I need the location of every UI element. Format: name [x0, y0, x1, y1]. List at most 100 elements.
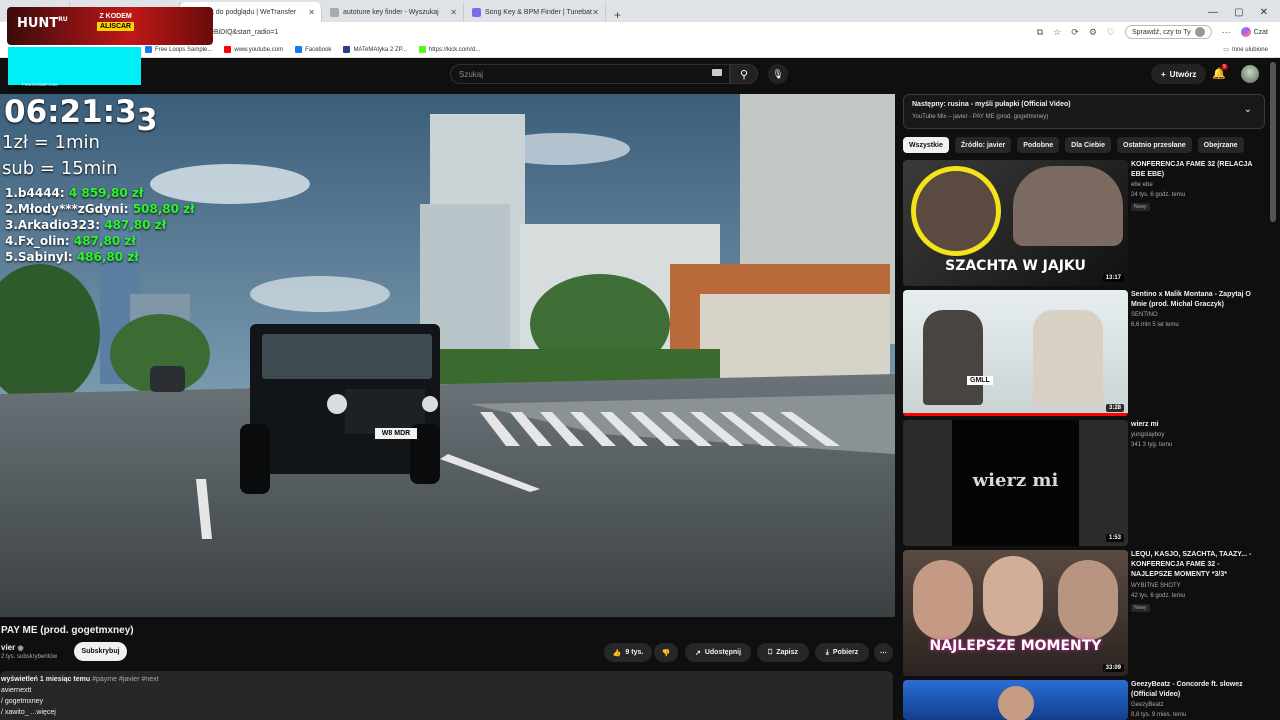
video-stats: 6,6 mln 5 lat temu: [1131, 322, 1179, 328]
chevron-down-icon[interactable]: ⌄: [1244, 104, 1252, 115]
leaderboard-row: 3.Arkadio323: 487,80 zł: [5, 218, 166, 232]
bookmark[interactable]: MATeMAtyka 2 ZP...: [343, 46, 407, 53]
browser-tab[interactable]: autotune key finder - Wyszukaj ✕: [322, 2, 464, 22]
bookmark[interactable]: www.youtube.com: [224, 46, 283, 53]
donor-name: 3.Arkadio323:: [5, 218, 100, 232]
chip[interactable]: Dla Ciebie: [1065, 137, 1112, 153]
create-button[interactable]: + Utwórz: [1151, 64, 1207, 84]
share-button[interactable]: ↗ Udostępnij: [685, 643, 751, 662]
tab-label: autotune key finder - Wyszukaj: [343, 8, 439, 16]
thumbnail[interactable]: GMLL 3:28: [903, 290, 1128, 416]
read-aloud-icon[interactable]: ⧉: [1037, 27, 1043, 38]
channel-name[interactable]: vier ◉: [1, 643, 24, 652]
other-bookmarks[interactable]: ▭ Inne ulubione: [1223, 46, 1280, 54]
subscribe-button[interactable]: Subskrybuj: [74, 642, 127, 661]
video-stats: 42 tys. 6 godz. temu: [1131, 593, 1186, 599]
save-label: Zapisz: [776, 649, 798, 656]
bookmark-label: MATeMAtyka 2 ZP...: [353, 46, 407, 53]
bookmark[interactable]: Facebook: [295, 46, 331, 53]
verified-icon: ◉: [17, 645, 24, 652]
browser-tab[interactable]: Song Key & BPM Finder | Tunebat ✕: [464, 2, 606, 22]
recommendation-item[interactable]: NAJLEPSZE MOMENTY 33:09 LEQU, KASJO, SZA…: [903, 550, 1275, 676]
search-button[interactable]: ⚲: [730, 64, 758, 84]
new-badge: Nowy: [1131, 604, 1150, 612]
favorites-icon[interactable]: ♡: [1107, 27, 1115, 38]
hunt-promo-overlay: HUNTRU Z KODEM ALISCAR: [7, 7, 213, 45]
bookmark-label: Free Loops Sample...: [155, 46, 213, 53]
thumb-face: [983, 556, 1043, 636]
donation-amount: 4 859,80 zł: [68, 186, 144, 200]
bookmark-icon: ⎕: [768, 648, 773, 656]
chip[interactable]: Obejrzane: [1197, 137, 1244, 153]
folder-icon: ▭: [1223, 47, 1229, 53]
like-button[interactable]: 👍 9 tys.: [604, 643, 652, 662]
keyboard-icon[interactable]: [712, 69, 722, 76]
maximize-icon[interactable]: ▢: [1234, 7, 1243, 18]
recommendation-item[interactable]: GeezyBeatz - Concorde ft. slowez (Offici…: [903, 680, 1275, 720]
more-icon[interactable]: ⋯: [1222, 27, 1231, 38]
refresh-icon[interactable]: ⟳: [1071, 27, 1079, 38]
promo-code-value: ALISCAR: [97, 22, 135, 31]
like-count: 9 tys.: [625, 649, 644, 656]
close-icon[interactable]: ✕: [308, 8, 315, 17]
filter-chips: Wszystkie Źródło: javier Podobne Dla Cie…: [903, 137, 1244, 153]
bookmark[interactable]: Free Loops Sample...: [145, 46, 212, 53]
other-bookmarks-label: Inne ulubione: [1231, 46, 1268, 53]
chip[interactable]: Źródło: javier: [954, 137, 1012, 153]
duration-badge: 33:09: [1102, 664, 1124, 672]
url-field[interactable]: eBiDIQ&start_radio=1: [210, 29, 278, 36]
license-plate: W8 MDR: [375, 428, 417, 439]
chip[interactable]: Wszystkie: [903, 137, 949, 153]
download-button[interactable]: ⤓ Pobierz: [815, 643, 869, 662]
copilot-search-button[interactable]: Sprawdź, czy to Ty: [1124, 25, 1212, 39]
window-controls: — ▢ ✕: [1196, 2, 1280, 22]
microphone-icon: 🎙: [772, 68, 784, 79]
thumbnail[interactable]: wierz mi 1:53: [903, 420, 1128, 546]
tab-label: Link do podglądu | WeTransfer: [201, 8, 297, 16]
channel-name-text: vier: [1, 643, 16, 652]
extensions-icon[interactable]: ⚙: [1089, 27, 1097, 38]
timer-main: 06:21:3: [4, 94, 137, 130]
thumbnail[interactable]: NAJLEPSZE MOMENTY 33:09: [903, 550, 1128, 676]
chip[interactable]: Ostatnio przesłane: [1117, 137, 1192, 153]
new-tab-button[interactable]: +: [606, 8, 629, 22]
up-next-panel[interactable]: Następny: rusina - myśli pułapki (Offici…: [903, 94, 1265, 129]
plus-icon: +: [1161, 69, 1166, 79]
description-line[interactable]: / xawito_ ...więcej: [1, 709, 56, 716]
thumbnail[interactable]: [903, 680, 1128, 720]
donor-name: 5.Sabinyl:: [5, 250, 73, 264]
thumb-people: [1013, 166, 1123, 246]
watch-progress: [903, 413, 1128, 416]
timer-sub: 3: [136, 103, 158, 138]
hashtags[interactable]: #payme #javier #next: [92, 676, 159, 683]
chip[interactable]: Podobne: [1017, 137, 1060, 153]
bookmark[interactable]: https://kick.com/d...: [418, 46, 480, 53]
search-input[interactable]: Szukaj: [450, 64, 730, 84]
description-meta: wyświetleń 1 miesiąc temu #payme #javier…: [1, 676, 159, 683]
channel-name: yungslayboy: [1131, 432, 1165, 438]
recommendation-item[interactable]: SZACHTA W JAJKU 13:17 KONFERENCJA FAME 3…: [903, 160, 1275, 286]
more-actions-button[interactable]: ⋯: [874, 643, 893, 662]
thumbnail[interactable]: SZACHTA W JAJKU 13:17: [903, 160, 1128, 286]
thumbs-down-icon: 👎: [661, 649, 671, 657]
dislike-button[interactable]: 👎: [654, 643, 678, 662]
close-icon[interactable]: ✕: [592, 8, 599, 17]
duration-badge: 13:17: [1102, 274, 1124, 282]
recommendation-item[interactable]: wierz mi 1:53 wierz mi yungslayboy 341 3…: [903, 420, 1275, 546]
account-avatar[interactable]: [1241, 65, 1259, 83]
donation-amount: 486,80 zł: [76, 250, 139, 264]
recommendation-item[interactable]: GMLL 3:28 Sentino x Malik Montana - Zapy…: [903, 290, 1275, 416]
voice-search-button[interactable]: 🎙: [768, 64, 788, 84]
minimize-icon[interactable]: —: [1208, 7, 1218, 18]
channel-name: ebe ebe: [1131, 182, 1153, 188]
save-button[interactable]: ⎕ Zapisz: [757, 643, 809, 662]
tunebat-icon: [472, 7, 481, 17]
video-player[interactable]: 06:21:33 1zł = 1min sub = 15min 1.b4444:…: [0, 94, 895, 617]
thumb-face: [913, 560, 973, 640]
close-window-icon[interactable]: ✕: [1260, 7, 1268, 18]
close-icon[interactable]: ✕: [450, 8, 457, 17]
video-title: Sentino x Malik Montana - Zapytaj O Mnie…: [1131, 291, 1251, 308]
favorite-star-icon[interactable]: ☆: [1053, 27, 1061, 38]
chat-button[interactable]: Czat: [1240, 27, 1268, 37]
thumb-person: [923, 310, 983, 405]
